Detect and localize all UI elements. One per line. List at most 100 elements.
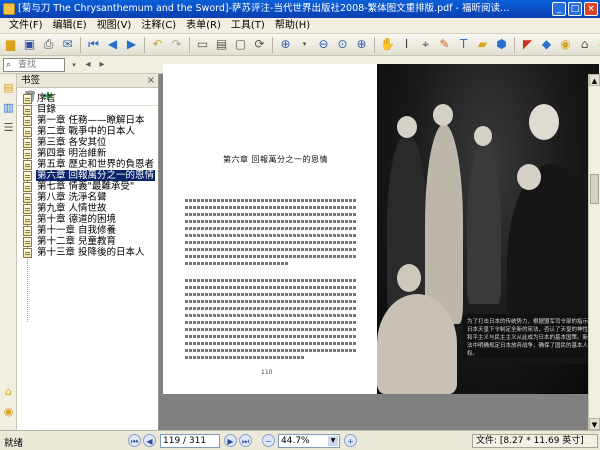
zoom-level-icon[interactable]: ⊙ bbox=[334, 36, 351, 53]
panel-close-icon[interactable]: × bbox=[147, 74, 155, 88]
previous-page-icon[interactable]: ◀ bbox=[104, 36, 121, 53]
window-title: [菊与刀 The Chrysanthemum and the Sword]-萨苏… bbox=[18, 3, 518, 14]
bookmark-page-icon bbox=[23, 159, 32, 170]
bookmark-item-selected[interactable]: 第六章 回報萬分之一的恩情 bbox=[23, 170, 156, 181]
menu-comment[interactable]: 注释(C) bbox=[136, 18, 181, 34]
bookmark-label: 第二章 戰爭中的日本人 bbox=[37, 126, 136, 137]
last-page-button[interactable]: ⏭ bbox=[239, 434, 252, 447]
select-text-icon[interactable]: I bbox=[398, 36, 415, 53]
rotate-icon[interactable]: ⟳ bbox=[251, 36, 268, 53]
bookmark-page-icon bbox=[23, 104, 32, 115]
bookmark-item[interactable]: 第十章 德道的困境 bbox=[23, 214, 117, 225]
bookmark-item[interactable]: 第三章 各安其位 bbox=[23, 137, 108, 148]
search-next-icon[interactable]: ▸ bbox=[94, 57, 110, 73]
window-controls: _ □ × bbox=[552, 2, 598, 16]
bookmark-panel: 书签 × 🗑 ✚ 序言 目錄 第一章 任務——瞭解日本 第二章 戰爭中的日本人 … bbox=[17, 74, 159, 430]
minimize-button[interactable]: _ bbox=[552, 2, 566, 16]
toolbar-separator bbox=[80, 36, 81, 53]
bookmark-item[interactable]: 第一章 任務——瞭解日本 bbox=[23, 115, 146, 126]
highlight-icon[interactable]: ✎ bbox=[436, 36, 453, 53]
save-icon[interactable]: ▣ bbox=[21, 36, 38, 53]
bookmark-item[interactable]: 第九章 人情世故 bbox=[23, 203, 108, 214]
document-view[interactable]: 第六章 回報萬分之一的恩情 110 为了打击日本的传统势力，根据盟军司令部的指示… bbox=[159, 64, 600, 430]
markup-icon[interactable]: ◤ bbox=[519, 36, 536, 53]
bookmark-item[interactable]: 第四章 明治維新 bbox=[23, 148, 108, 159]
pages-panel-icon[interactable]: ▥ bbox=[2, 100, 15, 115]
close-button[interactable]: × bbox=[584, 2, 598, 16]
bookmark-panel-icon[interactable]: ▤ bbox=[2, 80, 15, 95]
first-page-icon[interactable]: ⏮ bbox=[85, 36, 102, 53]
navigation-panel-tabs: ▤ ▥ ☰ ⌂ ◉ bbox=[0, 74, 17, 430]
print-icon[interactable]: ⎙ bbox=[40, 36, 57, 53]
bookmark-panel-title: 书签 bbox=[21, 75, 41, 86]
bookmark-page-icon bbox=[23, 181, 32, 192]
scroll-down-icon[interactable]: ▼ bbox=[589, 418, 600, 430]
open-folder-icon[interactable]: ▆ bbox=[2, 36, 19, 53]
attachments-panel-icon[interactable]: ⌂ bbox=[2, 384, 15, 399]
bookmark-item[interactable]: 序言 bbox=[23, 93, 57, 104]
typewriter-icon[interactable]: T bbox=[455, 36, 472, 53]
actual-size-icon[interactable]: ▢ bbox=[232, 36, 249, 53]
next-page-icon[interactable]: ▶ bbox=[123, 36, 140, 53]
zoom-out-button[interactable]: − bbox=[262, 434, 275, 447]
dropdown-arrow-icon[interactable]: ▾ bbox=[296, 36, 313, 53]
fit-page-icon[interactable]: ▭ bbox=[194, 36, 211, 53]
scroll-up-icon[interactable]: ▲ bbox=[589, 74, 600, 86]
status-text: 就绪 bbox=[4, 438, 24, 449]
toolbar-separator bbox=[272, 36, 273, 53]
menu-view[interactable]: 视图(V) bbox=[92, 18, 137, 34]
snapshot-icon[interactable]: ⌖ bbox=[417, 36, 434, 53]
menu-tools[interactable]: 工具(T) bbox=[226, 18, 270, 34]
maximize-button[interactable]: □ bbox=[568, 2, 582, 16]
bookmark-label: 第五章 歷史和世界的負恩者 bbox=[37, 159, 155, 170]
note-icon[interactable]: ▰ bbox=[474, 36, 491, 53]
bookmark-page-icon bbox=[23, 148, 32, 159]
comment-icon[interactable]: ◉ bbox=[557, 36, 574, 53]
zoom-in-icon[interactable]: ⊕ bbox=[277, 36, 294, 53]
page-number-field[interactable]: 119 / 311 bbox=[160, 434, 220, 448]
bookmark-item[interactable]: 第十二章 兒童教育 bbox=[23, 236, 117, 247]
bookmark-item[interactable]: 第五章 歷史和世界的負恩者 bbox=[23, 159, 155, 170]
bookmark-item[interactable]: 第十一章 自我修養 bbox=[23, 225, 117, 236]
pdf-page-left: 第六章 回報萬分之一的恩情 110 bbox=[163, 64, 377, 394]
main-toolbar: ▆ ▣ ⎙ ✉ ⏮ ◀ ▶ ↶ ↷ ▭ ▤ ▢ ⟳ ⊕ ▾ ⊖ ⊙ ⊕ ✋ I … bbox=[0, 34, 600, 56]
first-page-button[interactable]: ⏮ bbox=[128, 434, 141, 447]
bookmark-item[interactable]: 第二章 戰爭中的日本人 bbox=[23, 126, 136, 137]
fit-width-icon[interactable]: ▤ bbox=[213, 36, 230, 53]
bookmark-item[interactable]: 第八章 洗淨名聲 bbox=[23, 192, 108, 203]
bookmark-label: 第四章 明治維新 bbox=[37, 148, 107, 159]
scroll-thumb[interactable] bbox=[590, 174, 599, 204]
menu-edit[interactable]: 编辑(E) bbox=[48, 18, 92, 34]
hand-tool-icon[interactable]: ✋ bbox=[379, 36, 396, 53]
attach-icon[interactable]: ⌂ bbox=[576, 36, 593, 53]
bookmark-label: 第七章 情義"最難承受" bbox=[37, 181, 135, 192]
email-icon[interactable]: ✉ bbox=[59, 36, 76, 53]
layers-panel-icon[interactable]: ☰ bbox=[2, 120, 15, 135]
stamp-icon[interactable]: ⬢ bbox=[493, 36, 510, 53]
sign-icon[interactable]: ✐ bbox=[595, 36, 600, 53]
zoom-field[interactable]: 44.7% ▼ bbox=[278, 434, 340, 448]
menu-file[interactable]: 文件(F) bbox=[4, 18, 48, 34]
menu-help[interactable]: 帮助(H) bbox=[270, 18, 315, 34]
zoom-out-icon[interactable]: ⊖ bbox=[315, 36, 332, 53]
bookmark-label: 第十二章 兒童教育 bbox=[37, 236, 117, 247]
zoom-value: 44.7% bbox=[281, 436, 310, 446]
bookmark-label: 第六章 回報萬分之一的恩情 bbox=[36, 170, 156, 181]
menu-form[interactable]: 表单(R) bbox=[181, 18, 226, 34]
zoom-plus-icon[interactable]: ⊕ bbox=[353, 36, 370, 53]
zoom-dropdown-icon[interactable]: ▼ bbox=[328, 436, 338, 446]
bookmark-item[interactable]: 第七章 情義"最難承受" bbox=[23, 181, 135, 192]
next-page-button[interactable]: ▶ bbox=[224, 434, 237, 447]
bookmark-page-icon bbox=[23, 247, 32, 258]
bookmark-item[interactable]: 目錄 bbox=[23, 104, 57, 115]
comments-panel-icon[interactable]: ◉ bbox=[2, 404, 15, 419]
prev-page-button[interactable]: ◀ bbox=[143, 434, 156, 447]
zoom-in-button[interactable]: + bbox=[344, 434, 357, 447]
search-input[interactable]: ⌕ 查找 bbox=[3, 58, 65, 72]
bookmark-item[interactable]: 第十三章 投降後的日本人 bbox=[23, 247, 146, 258]
back-arrow-icon[interactable]: ↶ bbox=[149, 36, 166, 53]
vertical-scrollbar[interactable]: ▲ ▼ bbox=[588, 74, 600, 430]
chapter-heading: 第六章 回報萬分之一的恩情 bbox=[223, 155, 329, 164]
shape-icon[interactable]: ◆ bbox=[538, 36, 555, 53]
forward-arrow-icon[interactable]: ↷ bbox=[168, 36, 185, 53]
